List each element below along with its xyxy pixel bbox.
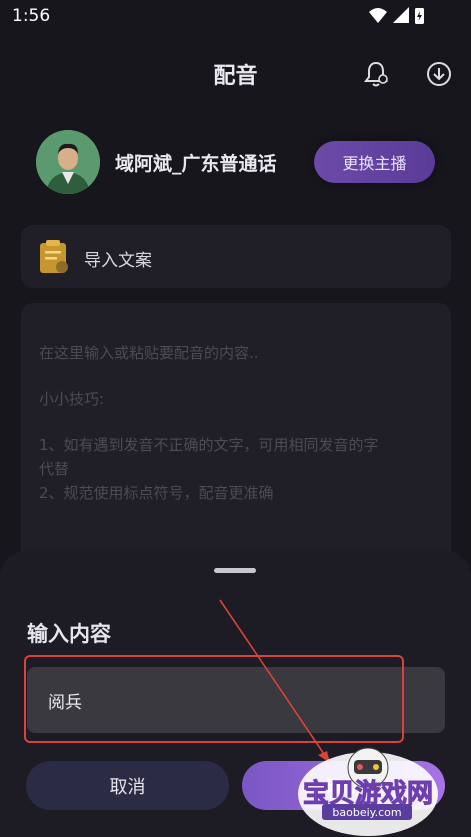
- download-icon[interactable]: [425, 60, 453, 88]
- change-anchor-button[interactable]: 更换主播: [314, 141, 435, 183]
- signal-icon: [393, 7, 409, 23]
- status-bar: 1:56: [0, 0, 471, 34]
- tips-title: 小小技巧:: [39, 390, 105, 408]
- tip-1-line-1: 1、如有遇到发音不正确的文字，可用相同发音的字: [39, 436, 379, 454]
- avatar[interactable]: [36, 130, 100, 194]
- import-script-button[interactable]: 导入文案: [21, 225, 451, 288]
- status-icons: [369, 7, 424, 24]
- editor-placeholder: 在这里输入或粘贴要配音的内容..: [39, 344, 259, 362]
- watermark-logo: 宝贝游戏网 baobeiy.com: [298, 747, 438, 836]
- battery-icon: [415, 8, 424, 24]
- sheet-drag-handle[interactable]: [214, 568, 256, 573]
- clipboard-icon: [40, 240, 68, 273]
- import-label: 导入文案: [84, 251, 152, 271]
- wifi-icon: [369, 8, 387, 23]
- sheet-title: 输入内容: [27, 622, 111, 646]
- watermark-domain: baobeiy.com: [332, 806, 401, 819]
- bell-settings-icon[interactable]: [362, 60, 390, 88]
- script-textarea[interactable]: 在这里输入或粘贴要配音的内容.. 小小技巧: 1、如有遇到发音不正确的文字，可用…: [21, 303, 451, 593]
- anchor-name: 域阿斌_广东普通话: [115, 153, 277, 175]
- tip-2: 2、规范使用标点符号，配音更准确: [39, 484, 274, 502]
- annotation-highlight-box: [24, 655, 404, 743]
- page-title: 配音: [213, 64, 258, 89]
- cancel-button[interactable]: 取消: [26, 761, 229, 810]
- status-time: 1:56: [12, 6, 51, 26]
- tip-1-line-2: 代替: [39, 460, 70, 478]
